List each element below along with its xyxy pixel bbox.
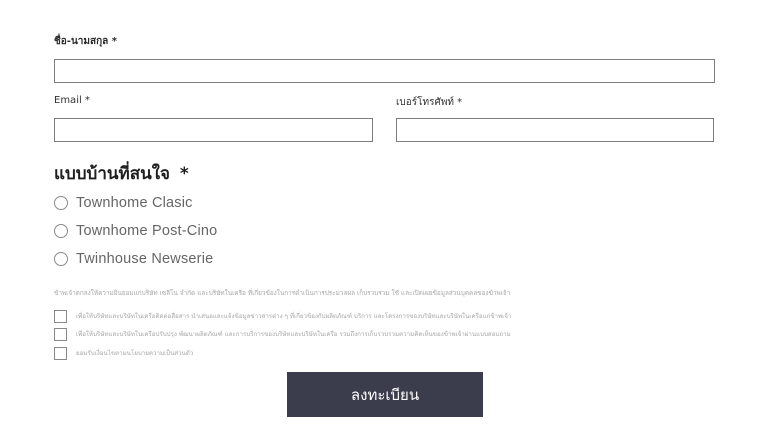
fullname-input[interactable] [54,59,715,83]
house-type-heading: แบบบ้านที่สนใจ * [54,160,189,187]
radio-label: Townhome Clasic [76,195,193,211]
consent-intro-text: ข้าพเจ้าตกลงให้ความยินยอมแก่บริษัท เซลีโ… [54,289,511,297]
required-mark: * [179,164,189,184]
radio-button[interactable] [54,252,68,266]
radio-label: Twinhouse Newserie [76,251,214,267]
consent-label: ยอมรับเงื่อนไขตามนโยบายความเป็นส่วนตัว [76,350,194,357]
radio-button[interactable] [54,224,68,238]
email-label: Email * [54,95,90,106]
house-option-twinhouse-newserie[interactable]: Twinhouse Newserie [54,249,213,269]
consent-item-marketing[interactable]: เพื่อให้บริษัทและบริษัทในเครือติดต่อสื่อ… [54,309,511,323]
register-button[interactable]: ลงทะเบียน [287,372,483,417]
consent-checkbox[interactable] [54,327,67,341]
fullname-label: ชื่อ-นามสกุล * [54,36,117,47]
phone-label: เบอร์โทรศัพท์ * [396,97,463,108]
consent-item-improvement[interactable]: เพื่อให้บริษัทและบริษัทในเครือปรับปรุง พ… [54,327,511,341]
house-type-title: แบบบ้านที่สนใจ [54,164,170,184]
consent-item-privacy-policy[interactable]: ยอมรับเงื่อนไขตามนโยบายความเป็นส่วนตัว [54,346,193,360]
consent-label: เพื่อให้บริษัทและบริษัทในเครือติดต่อสื่อ… [76,313,512,320]
phone-input[interactable] [396,118,714,142]
radio-label: Townhome Post-Cino [76,223,218,239]
radio-button[interactable] [54,196,68,210]
house-option-townhome-post-cino[interactable]: Townhome Post-Cino [54,221,217,241]
consent-label: เพื่อให้บริษัทและบริษัทในเครือปรับปรุง พ… [76,331,511,338]
consent-checkbox[interactable] [54,346,67,360]
email-input[interactable] [54,118,373,142]
consent-checkbox[interactable] [54,309,67,323]
house-option-townhome-clasic[interactable]: Townhome Clasic [54,193,193,213]
